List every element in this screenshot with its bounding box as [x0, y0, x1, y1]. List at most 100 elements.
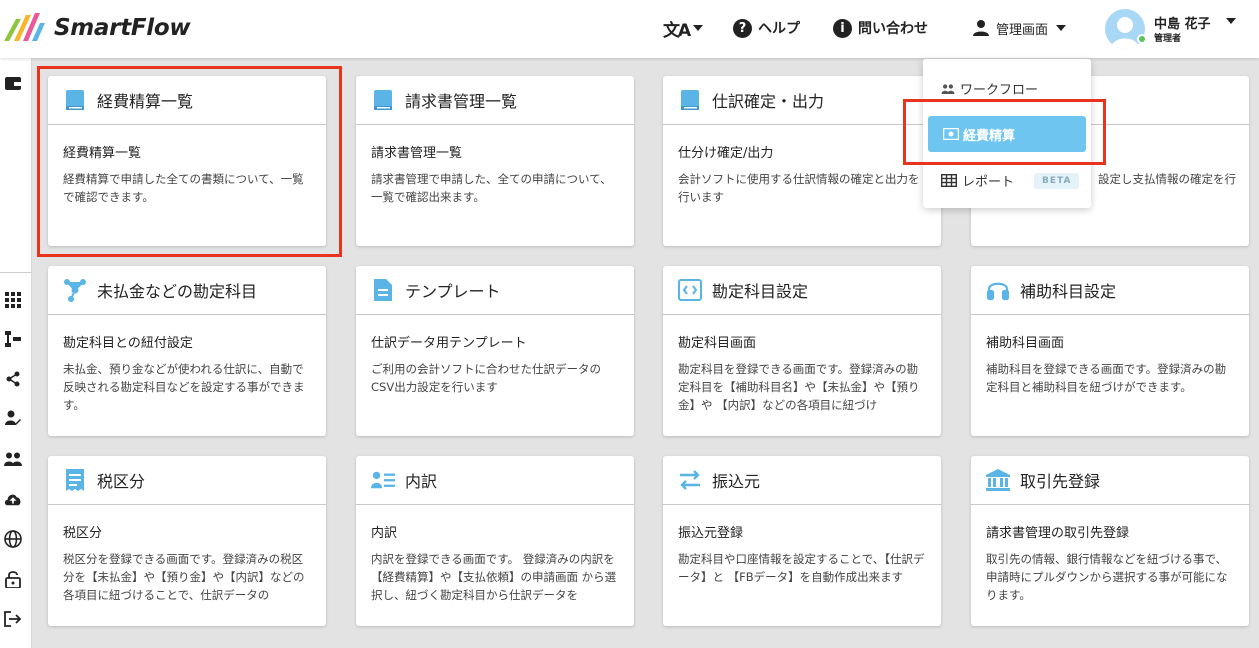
card-title: 税区分	[97, 472, 146, 491]
card-description: 会計ソフトに使用する仕訳情報の確定と出力を行います	[678, 172, 920, 204]
person-edit-icon[interactable]	[4, 409, 22, 427]
card-description: 請求書管理で申請した、全ての申請について、一覧で確認出来ます。	[371, 172, 612, 204]
card-account-links[interactable]: 未払金などの勘定科目勘定科目との紐付設定未払金、預り金などが使われる仕訳に、自動…	[48, 266, 326, 436]
card-header: 仕訳確定・出力	[663, 76, 941, 125]
bank-icon	[986, 468, 1010, 492]
book-icon	[63, 88, 87, 112]
card-header: 補助科目設定	[971, 266, 1249, 315]
swap-icon	[678, 468, 702, 492]
people-icon	[941, 83, 955, 94]
card-header: 未払金などの勘定科目	[48, 266, 326, 315]
user-role: 管理者	[1154, 34, 1182, 44]
card-subtitle: 請求書管理の取引先登録	[986, 526, 1130, 541]
menu-item-expense[interactable]: 経費精算	[928, 116, 1086, 152]
card-description: 勘定科目や口座情報を設定することで、【仕訳データ】と 【FBデータ】を自動作成出…	[678, 552, 925, 584]
card-title: 内訳	[405, 472, 438, 491]
apps-grid-icon[interactable]	[4, 291, 22, 309]
menu-item-label: ワークフロー	[960, 83, 1039, 98]
person-icon	[973, 20, 989, 36]
card-title: 未払金などの勘定科目	[97, 282, 258, 301]
card-template[interactable]: テンプレート仕訳データ用テンプレートご利用の会計ソフトに合わせた仕訳データのCS…	[356, 266, 634, 436]
hub-icon	[63, 278, 87, 302]
headset-icon	[986, 278, 1010, 302]
app-name: SmartFlow	[54, 15, 191, 41]
card-expense-list[interactable]: 経費精算一覧 経費精算一覧 経費精算で申請した全ての書類について、一覧で確認できます…	[48, 76, 326, 246]
card-header: 勘定科目設定	[663, 266, 941, 315]
card-description: 取引先の情報、銀行情報などを紐づける事で、申請時にプルダウンから選択する事が可能…	[986, 552, 1228, 602]
card-title: 経費精算一覧	[97, 92, 194, 111]
book-icon	[678, 88, 702, 112]
menu-item-report[interactable]: レポート BETA	[941, 171, 1080, 190]
card-description: 未払金、預り金などが使われる仕訳に、自動で反映される勘定科目などを設定する事がで…	[63, 362, 305, 412]
card-subtitle: 振込元登録	[678, 526, 744, 541]
card-vendor-registration[interactable]: 取引先登録請求書管理の取引先登録取引先の情報、銀行情報などを紐づける事で、申請時…	[971, 456, 1249, 626]
card-header: 税区分	[48, 456, 326, 505]
share-icon[interactable]	[4, 370, 22, 388]
globe-icon[interactable]	[4, 530, 22, 548]
card-subtitle: 請求書管理一覧	[371, 146, 463, 161]
card-header: テンプレート	[356, 266, 634, 315]
wallet-icon[interactable]	[4, 74, 22, 92]
info-icon: i	[833, 18, 852, 38]
admin-menu-button[interactable]: 管理画面	[972, 14, 1067, 42]
logout-icon[interactable]	[4, 610, 22, 628]
side-rail	[0, 58, 32, 648]
menu-item-label: 経費精算	[963, 128, 1016, 144]
card-description: 補助科目を登録できる画面です。登録済みの勘定科目と補助科目を紐づけができます。	[986, 362, 1227, 394]
card-header: 振込元	[663, 456, 941, 505]
card-tax-category[interactable]: 税区分 税区分 税区分を登録できる画面です。登録済みの税区分を【未払金】や【預り金】…	[48, 456, 326, 626]
contact-list-icon	[371, 468, 395, 492]
cloud-upload-icon[interactable]	[4, 490, 22, 508]
card-description: 内訳を登録できる画面です。 登録済みの内訳を【経費精算】や【支払依頼】の申請画面…	[371, 552, 617, 602]
card-subtitle: 経費精算一覧	[63, 146, 142, 161]
contact-button[interactable]: i 問い合わせ	[833, 14, 928, 42]
menu-item-label: レポート	[962, 175, 1015, 190]
card-subtitle: 仕訳データ用テンプレート	[371, 336, 527, 351]
contact-label: 問い合わせ	[858, 21, 928, 37]
help-button[interactable]: ? ヘルプ	[733, 14, 800, 42]
card-title: 仕訳確定・出力	[712, 92, 825, 111]
card-breakdown[interactable]: 内訳 内訳 内訳を登録できる画面です。 登録済みの内訳を【経費精算】や【支払依頼】の…	[356, 456, 634, 626]
card-description: 勘定科目を登録できる画面です。登録済みの勘定科目を【補助科目名】や【未払金】や【…	[678, 362, 920, 412]
chevron-down-icon	[693, 25, 704, 31]
card-subtitle: 勘定科目画面	[678, 336, 757, 351]
menu-item-workflow[interactable]: ワークフロー	[941, 79, 1038, 98]
translate-icon: 文A	[663, 20, 691, 41]
help-icon: ?	[733, 18, 752, 38]
user-name[interactable]: 中島 花子	[1154, 13, 1211, 32]
card-subtitle: 仕分け確定/出力	[678, 146, 774, 161]
card-transfer-source[interactable]: 振込元振込元登録勘定科目や口座情報を設定することで、【仕訳データ】と 【FBデー…	[663, 456, 941, 626]
admin-dropdown-menu: ワークフロー 経費精算 レポート BETA	[923, 59, 1091, 208]
card-title: 振込元	[712, 472, 761, 491]
org-chart-icon[interactable]	[4, 330, 22, 348]
beta-badge: BETA	[1034, 172, 1080, 189]
admin-label: 管理画面	[996, 22, 1049, 38]
card-invoice-list[interactable]: 請求書管理一覧 請求書管理一覧 請求書管理で申請した、全ての申請について、一覧で確認…	[356, 76, 634, 246]
receipt-icon	[63, 468, 87, 492]
card-title: 補助科目設定	[1020, 282, 1117, 301]
card-description: 税区分を登録できる画面です。登録済みの税区分を【未払金】や【預り金】や【内訳】な…	[63, 552, 305, 602]
card-description: ご利用の会計ソフトに合わせた仕訳データのCSV出力設定を行います	[371, 362, 601, 394]
language-menu-button[interactable]: 文A	[663, 14, 704, 42]
chevron-down-icon	[1056, 25, 1067, 31]
top-header: SmartFlow 文A ? ヘルプ i 問い合わせ 管理画面 中島 花子 管理…	[0, 0, 1259, 58]
table-icon	[941, 174, 957, 187]
chevron-down-icon[interactable]	[1226, 18, 1236, 24]
code-icon	[678, 278, 702, 302]
online-status-dot	[1137, 34, 1147, 44]
card-account-settings[interactable]: 勘定科目設定勘定科目画面勘定科目を登録できる画面です。登録済みの勘定科目を【補助…	[663, 266, 941, 436]
card-header: 経費精算一覧	[48, 76, 326, 125]
card-sub-account-settings[interactable]: 補助科目設定補助科目画面補助科目を登録できる画面です。登録済みの勘定科目と補助科…	[971, 266, 1249, 436]
people-icon[interactable]	[4, 450, 22, 468]
card-journal-confirm[interactable]: 仕訳確定・出力仕分け確定/出力会計ソフトに使用する仕訳情報の確定と出力を行います	[663, 76, 941, 246]
rail-divider	[0, 272, 32, 273]
document-icon	[371, 278, 395, 302]
card-title: 請求書管理一覧	[405, 92, 518, 111]
card-header: 取引先登録	[971, 456, 1249, 505]
lock-icon[interactable]	[4, 570, 22, 588]
card-subtitle: 税区分	[63, 526, 103, 541]
card-subtitle: 勘定科目との紐付設定	[63, 336, 193, 351]
card-subtitle: 補助科目画面	[986, 336, 1065, 351]
app-logo[interactable]: SmartFlow	[4, 11, 191, 45]
card-subtitle: 内訳	[371, 526, 398, 541]
